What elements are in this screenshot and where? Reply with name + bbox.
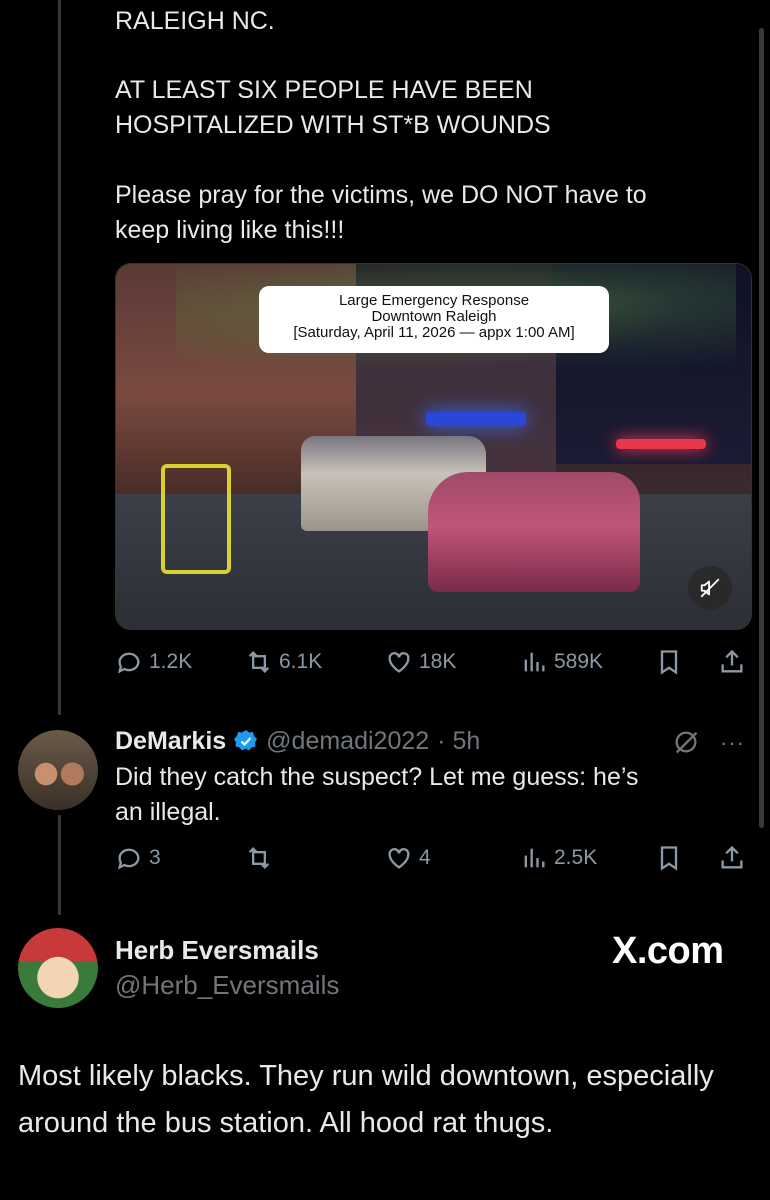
avatar-demarkis[interactable] [18,730,98,810]
reply-count: 1.2K [149,650,193,673]
avatar-herb[interactable] [18,928,98,1008]
views-button[interactable]: 589K [520,648,603,676]
like-button[interactable]: 18K [385,648,456,676]
video-police-lights [426,412,526,426]
like-count: 18K [419,650,457,673]
reply-repost-button[interactable] [245,844,279,872]
reply-text-line2: an illegal. [115,798,221,826]
thread-line-top [58,0,61,715]
reply-icon [117,652,140,674]
video-caption-line1: Large Emergency Response [338,292,530,309]
repost-button[interactable]: 6.1K [245,648,322,676]
overlay-post-text: Most likely blacks. They run wild downto… [18,1060,714,1139]
reply-views-button[interactable]: 2.5K [520,844,597,872]
views-icon [524,652,545,672]
reply-header: DeMarkis @demadi2022 · 5h [115,725,480,757]
views-icon [524,848,545,868]
reply-like-button[interactable]: 4 [385,844,431,872]
reply-author-name[interactable]: DeMarkis [115,725,226,757]
reply-button[interactable]: 1.2K [115,648,192,676]
reply-views-count: 2.5K [554,846,598,869]
reply-text-line1: Did they catch the suspect? Let me guess… [115,763,639,791]
tweet-text-line4: Please pray for the victims, we DO NOT h… [115,181,647,209]
bookmark-button[interactable] [655,648,683,676]
video-car [428,472,640,592]
tweet-text-line5: keep living like this!!! [115,216,345,244]
grok-icon[interactable] [672,728,700,756]
bookmark-icon [660,846,678,871]
reply-reply-count: 3 [149,846,161,869]
heart-icon [388,652,410,673]
reply-bookmark-button[interactable] [655,844,683,872]
video-caption-line2: Downtown Raleigh [371,308,497,325]
reply-like-count: 4 [419,846,431,869]
tweet-text-line2: AT LEAST SIX PEOPLE HAVE BEEN [115,76,533,104]
scrollbar[interactable] [759,28,764,828]
tweet-text-line3: HOSPITALIZED WITH ST*B WOUNDS [115,111,551,139]
heart-icon [388,848,410,869]
overlay-author-handle[interactable]: @Herb_Eversmails [115,970,339,1001]
more-options-icon[interactable]: ··· [720,730,745,756]
video-red-lights [616,439,706,449]
repost-count: 6.1K [279,650,323,673]
reply-actions: 3 4 2.5K [115,843,755,873]
views-count: 589K [554,650,604,673]
tweet-text-line1: RALEIGH NC. [115,7,275,35]
speaker-muted-icon [700,578,720,598]
reply-reply-button[interactable]: 3 [115,844,161,872]
verified-badge-icon [234,730,258,751]
reply-share-button[interactable] [718,844,746,872]
video-caption-line3: [Saturday, April 11, 2026 — appx 1:00 AM… [293,324,575,341]
mute-button[interactable] [688,566,732,610]
tweet-video[interactable]: Large Emergency Response Downtown Raleig… [115,263,752,630]
tweet-actions: 1.2K 6.1K 18K 589K [115,647,755,677]
share-icon [721,649,743,673]
x-logo: X.com [612,930,724,972]
overlay-author-name[interactable]: Herb Eversmails [115,935,319,966]
share-icon [721,845,743,869]
reply-icon [117,848,140,870]
thread-line-reply [58,815,61,915]
repost-icon [248,847,270,869]
share-button[interactable] [718,648,746,676]
reply-author-handle[interactable]: @demadi2022 [266,725,429,757]
video-stretcher [161,464,231,574]
bookmark-icon [660,650,678,675]
reply-time: · 5h [437,727,481,755]
video-caption: Large Emergency Response Downtown Raleig… [259,286,609,353]
repost-icon [248,651,270,673]
